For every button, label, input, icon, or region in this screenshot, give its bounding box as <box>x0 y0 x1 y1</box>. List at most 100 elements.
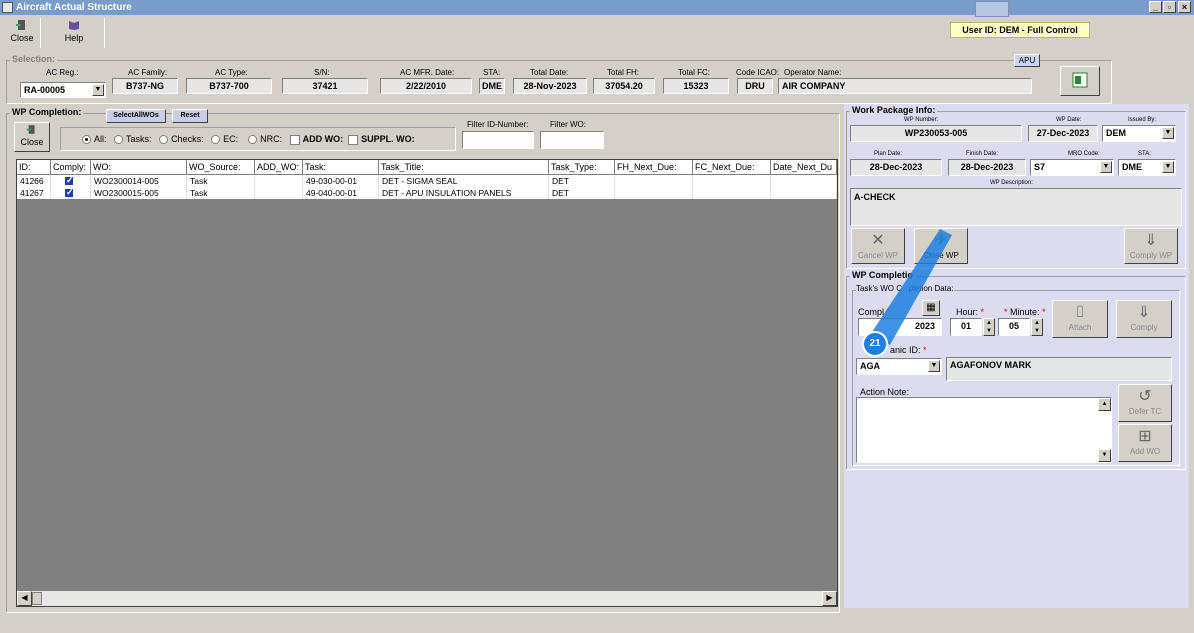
mechanic-id-select[interactable]: AGA ▼ <box>856 358 942 375</box>
cancel-x-icon: ✕ <box>871 232 885 249</box>
hour-field[interactable]: 01 <box>950 318 982 336</box>
horizontal-scrollbar[interactable]: ◀ ▶ <box>17 591 837 606</box>
hour-label-text: Hour: <box>956 307 979 317</box>
mro-code-select[interactable]: S7 ▼ <box>1030 159 1114 176</box>
filter-nrc-radio[interactable]: NRC: <box>248 134 283 145</box>
ac-type-field: B737-700 <box>186 78 272 94</box>
apu-button[interactable]: APU <box>1014 54 1040 67</box>
filter-id-input[interactable] <box>462 131 534 149</box>
help-book-icon <box>69 21 79 30</box>
filter-tasks-radio[interactable]: Tasks: <box>114 134 152 145</box>
hour-label: Hour: * <box>956 307 985 317</box>
cancel-wp-button[interactable]: ✕ Cancel WP <box>851 228 905 264</box>
hour-spinner-icon[interactable]: ▲ ▼ <box>983 318 995 336</box>
column-header[interactable]: WO: <box>91 160 187 175</box>
minute-field[interactable]: 05 <box>998 318 1030 336</box>
total-fh-field: 37054.20 <box>593 78 655 94</box>
table-cell <box>693 175 771 187</box>
table-cell: DET <box>549 175 615 187</box>
scroll-left-icon[interactable]: ◀ <box>17 591 32 606</box>
column-header[interactable]: WO_Source: <box>187 160 255 175</box>
checkbox-checked-icon[interactable] <box>64 175 74 186</box>
column-header[interactable]: Task: <box>303 160 379 175</box>
window-title: Aircraft Actual Structure <box>16 2 132 13</box>
chevron-down-icon[interactable]: ▼ <box>1162 161 1174 173</box>
task-wo-title-part2: pletion Data: <box>908 284 954 293</box>
add-wo-checkbox[interactable]: ADD WO: <box>289 134 343 145</box>
comply-checkbox[interactable] <box>51 187 91 199</box>
filter-all-radio[interactable]: All: <box>82 134 107 145</box>
filter-nrc-label: NRC: <box>260 134 283 144</box>
comply-wp-button[interactable]: ⇓ Comply WP <box>1124 228 1178 264</box>
column-header[interactable]: FC_Next_Due: <box>693 160 771 175</box>
chevron-down-icon[interactable]: ▼ <box>1162 127 1174 139</box>
column-header[interactable]: ADD_WO: <box>255 160 303 175</box>
table-cell: WO2300014-005 <box>91 175 187 187</box>
selection-title: Selection: <box>10 54 58 64</box>
toolbar-close-button[interactable]: Close <box>8 17 36 49</box>
restore-button[interactable]: ▫ <box>1163 1 1176 13</box>
calendar-icon[interactable]: ▦ <box>922 300 940 316</box>
comply-checkbox[interactable] <box>51 175 91 187</box>
issued-by-label: Issued By: <box>1128 117 1157 123</box>
attach-button[interactable]: ⌷ Attach <box>1052 300 1108 338</box>
mechanic-id-value: AGA <box>860 361 880 371</box>
minute-label: * Minute: * <box>1004 307 1046 317</box>
close-window-button[interactable]: × <box>1178 1 1191 13</box>
wp-sta-select[interactable]: DME ▼ <box>1118 159 1176 176</box>
comply-button[interactable]: ⇓ Comply <box>1116 300 1172 338</box>
reset-button[interactable]: Reset <box>172 109 208 123</box>
defer-tc-label: Defer TC <box>1128 407 1162 416</box>
filter-ec-radio[interactable]: EC: <box>211 134 238 145</box>
filter-checks-radio[interactable]: Checks: <box>159 134 204 145</box>
scroll-right-icon[interactable]: ▶ <box>822 591 837 606</box>
checkbox-checked-icon[interactable] <box>64 187 74 198</box>
table-cell: WO2300015-005 <box>91 187 187 199</box>
wp-close-label: Close <box>20 137 44 147</box>
total-date-field: 28-Nov-2023 <box>513 78 587 94</box>
defer-tc-button[interactable]: ↺ Defer TC <box>1118 384 1172 422</box>
toolbar-help-button[interactable]: Help <box>60 17 88 49</box>
column-header[interactable]: FH_Next_Due: <box>615 160 693 175</box>
table-cell: 41266 <box>17 175 51 187</box>
close-wp-button[interactable]: ✈ Close WP <box>914 228 968 264</box>
filter-wo-input[interactable] <box>540 131 604 149</box>
suppl-wo-checkbox[interactable]: SUPPL. WO: <box>348 134 415 145</box>
filter-options: All: Tasks: Checks: EC: NRC: ADD WO: SUP… <box>82 134 415 145</box>
wo-grid: ID: Comply: WO: WO_Source: ADD_WO: Task: Task_… <box>16 159 838 607</box>
window-title-bar: Aircraft Actual Structure <box>0 0 1194 15</box>
wp-date-label: WP Date: <box>1056 117 1082 123</box>
total-date-label: Total Date: <box>530 68 569 77</box>
column-header[interactable]: Comply: <box>51 160 91 175</box>
action-note-textarea[interactable]: ▲ ▼ <box>856 397 1112 463</box>
grid-header: ID: Comply: WO: WO_Source: ADD_WO: Task: Task_… <box>17 160 837 175</box>
ac-reg-value: RA-00005 <box>24 85 66 95</box>
column-header[interactable]: ID: <box>17 160 51 175</box>
wp-close-button[interactable]: Close <box>14 122 50 152</box>
select-all-wos-button[interactable]: SelectAllWOs <box>106 109 166 123</box>
minute-spinner-icon[interactable]: ▲ ▼ <box>1031 318 1043 336</box>
ac-reg-select[interactable]: RA-00005 ▼ <box>20 82 106 98</box>
scroll-up-icon[interactable]: ▲ <box>1098 398 1111 411</box>
exit-door-icon <box>16 20 25 30</box>
column-header[interactable]: Task_Type: <box>549 160 615 175</box>
comply-label: Comply <box>1130 323 1158 332</box>
minimize-button[interactable]: _ <box>1149 1 1162 13</box>
chevron-down-icon[interactable]: ▼ <box>92 84 104 96</box>
table-row[interactable]: 41266 WO2300014-005Task 49-030-00-01DET - … <box>17 175 837 187</box>
table-row[interactable]: 41267 WO2300015-005Task 49-040-00-01DET - … <box>17 187 837 199</box>
close-label: Close <box>10 33 34 43</box>
chevron-down-icon[interactable]: ▼ <box>928 360 940 372</box>
column-header[interactable]: Task_Title: <box>379 160 549 175</box>
excel-export-button[interactable] <box>1060 66 1100 96</box>
issued-by-select[interactable]: DEM ▼ <box>1102 125 1176 142</box>
add-wo-label-right: Add WO <box>1129 447 1161 456</box>
table-cell <box>615 175 693 187</box>
task-wo-title-part1: Task's WO C <box>856 284 902 293</box>
scroll-down-icon[interactable]: ▼ <box>1098 449 1111 462</box>
chevron-down-icon[interactable]: ▼ <box>1100 161 1112 173</box>
column-header[interactable]: Date_Next_Du <box>771 160 837 175</box>
add-wo-button[interactable]: ⊞ Add WO <box>1118 424 1172 462</box>
scroll-thumb[interactable] <box>32 592 42 605</box>
task-wo-completion-title: Task's WO C pletion Data: <box>856 284 954 293</box>
